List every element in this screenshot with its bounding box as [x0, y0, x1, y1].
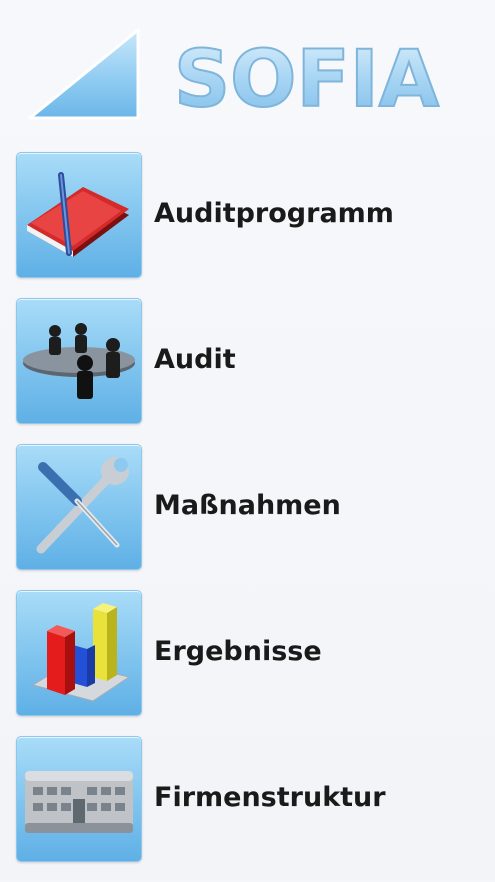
office-building-icon [25, 771, 133, 833]
navigation-panel: SOFIA Auditprogramm Audit Maßnahmen Erge… [0, 0, 495, 880]
meeting-table-icon [23, 323, 135, 399]
logo-text: SOFIA [174, 35, 439, 125]
menu-tile-ergebnisse[interactable] [16, 590, 142, 716]
menu-label-ergebnisse: Ergebnisse [154, 636, 322, 667]
menu-label-auditprogramm: Auditprogramm [154, 198, 394, 229]
menu-item-audit[interactable]: Audit [16, 298, 486, 424]
main-menu: Auditprogramm Audit Maßnahmen Ergebnisse… [16, 152, 486, 882]
menu-label-audit: Audit [154, 344, 236, 375]
menu-label-firmenstruktur: Firmenstruktur [154, 782, 386, 813]
menu-label-massnahmen: Maßnahmen [154, 490, 341, 521]
menu-tile-firmenstruktur[interactable] [16, 736, 142, 862]
menu-item-ergebnisse[interactable]: Ergebnisse [16, 590, 486, 716]
menu-item-firmenstruktur[interactable]: Firmenstruktur [16, 736, 486, 862]
wrench-screwdriver-icon [36, 457, 129, 554]
menu-item-massnahmen[interactable]: Maßnahmen [16, 444, 486, 570]
red-book-pen-icon [27, 172, 129, 257]
menu-tile-audit[interactable] [16, 298, 142, 424]
menu-tile-massnahmen[interactable] [16, 444, 142, 570]
sofia-logo: SOFIA [26, 26, 466, 126]
sofia-logo-graphic: SOFIA [28, 28, 440, 126]
menu-item-auditprogramm[interactable]: Auditprogramm [16, 152, 486, 278]
bar-chart-3d-icon [31, 603, 131, 702]
menu-tile-auditprogramm[interactable] [16, 152, 142, 278]
